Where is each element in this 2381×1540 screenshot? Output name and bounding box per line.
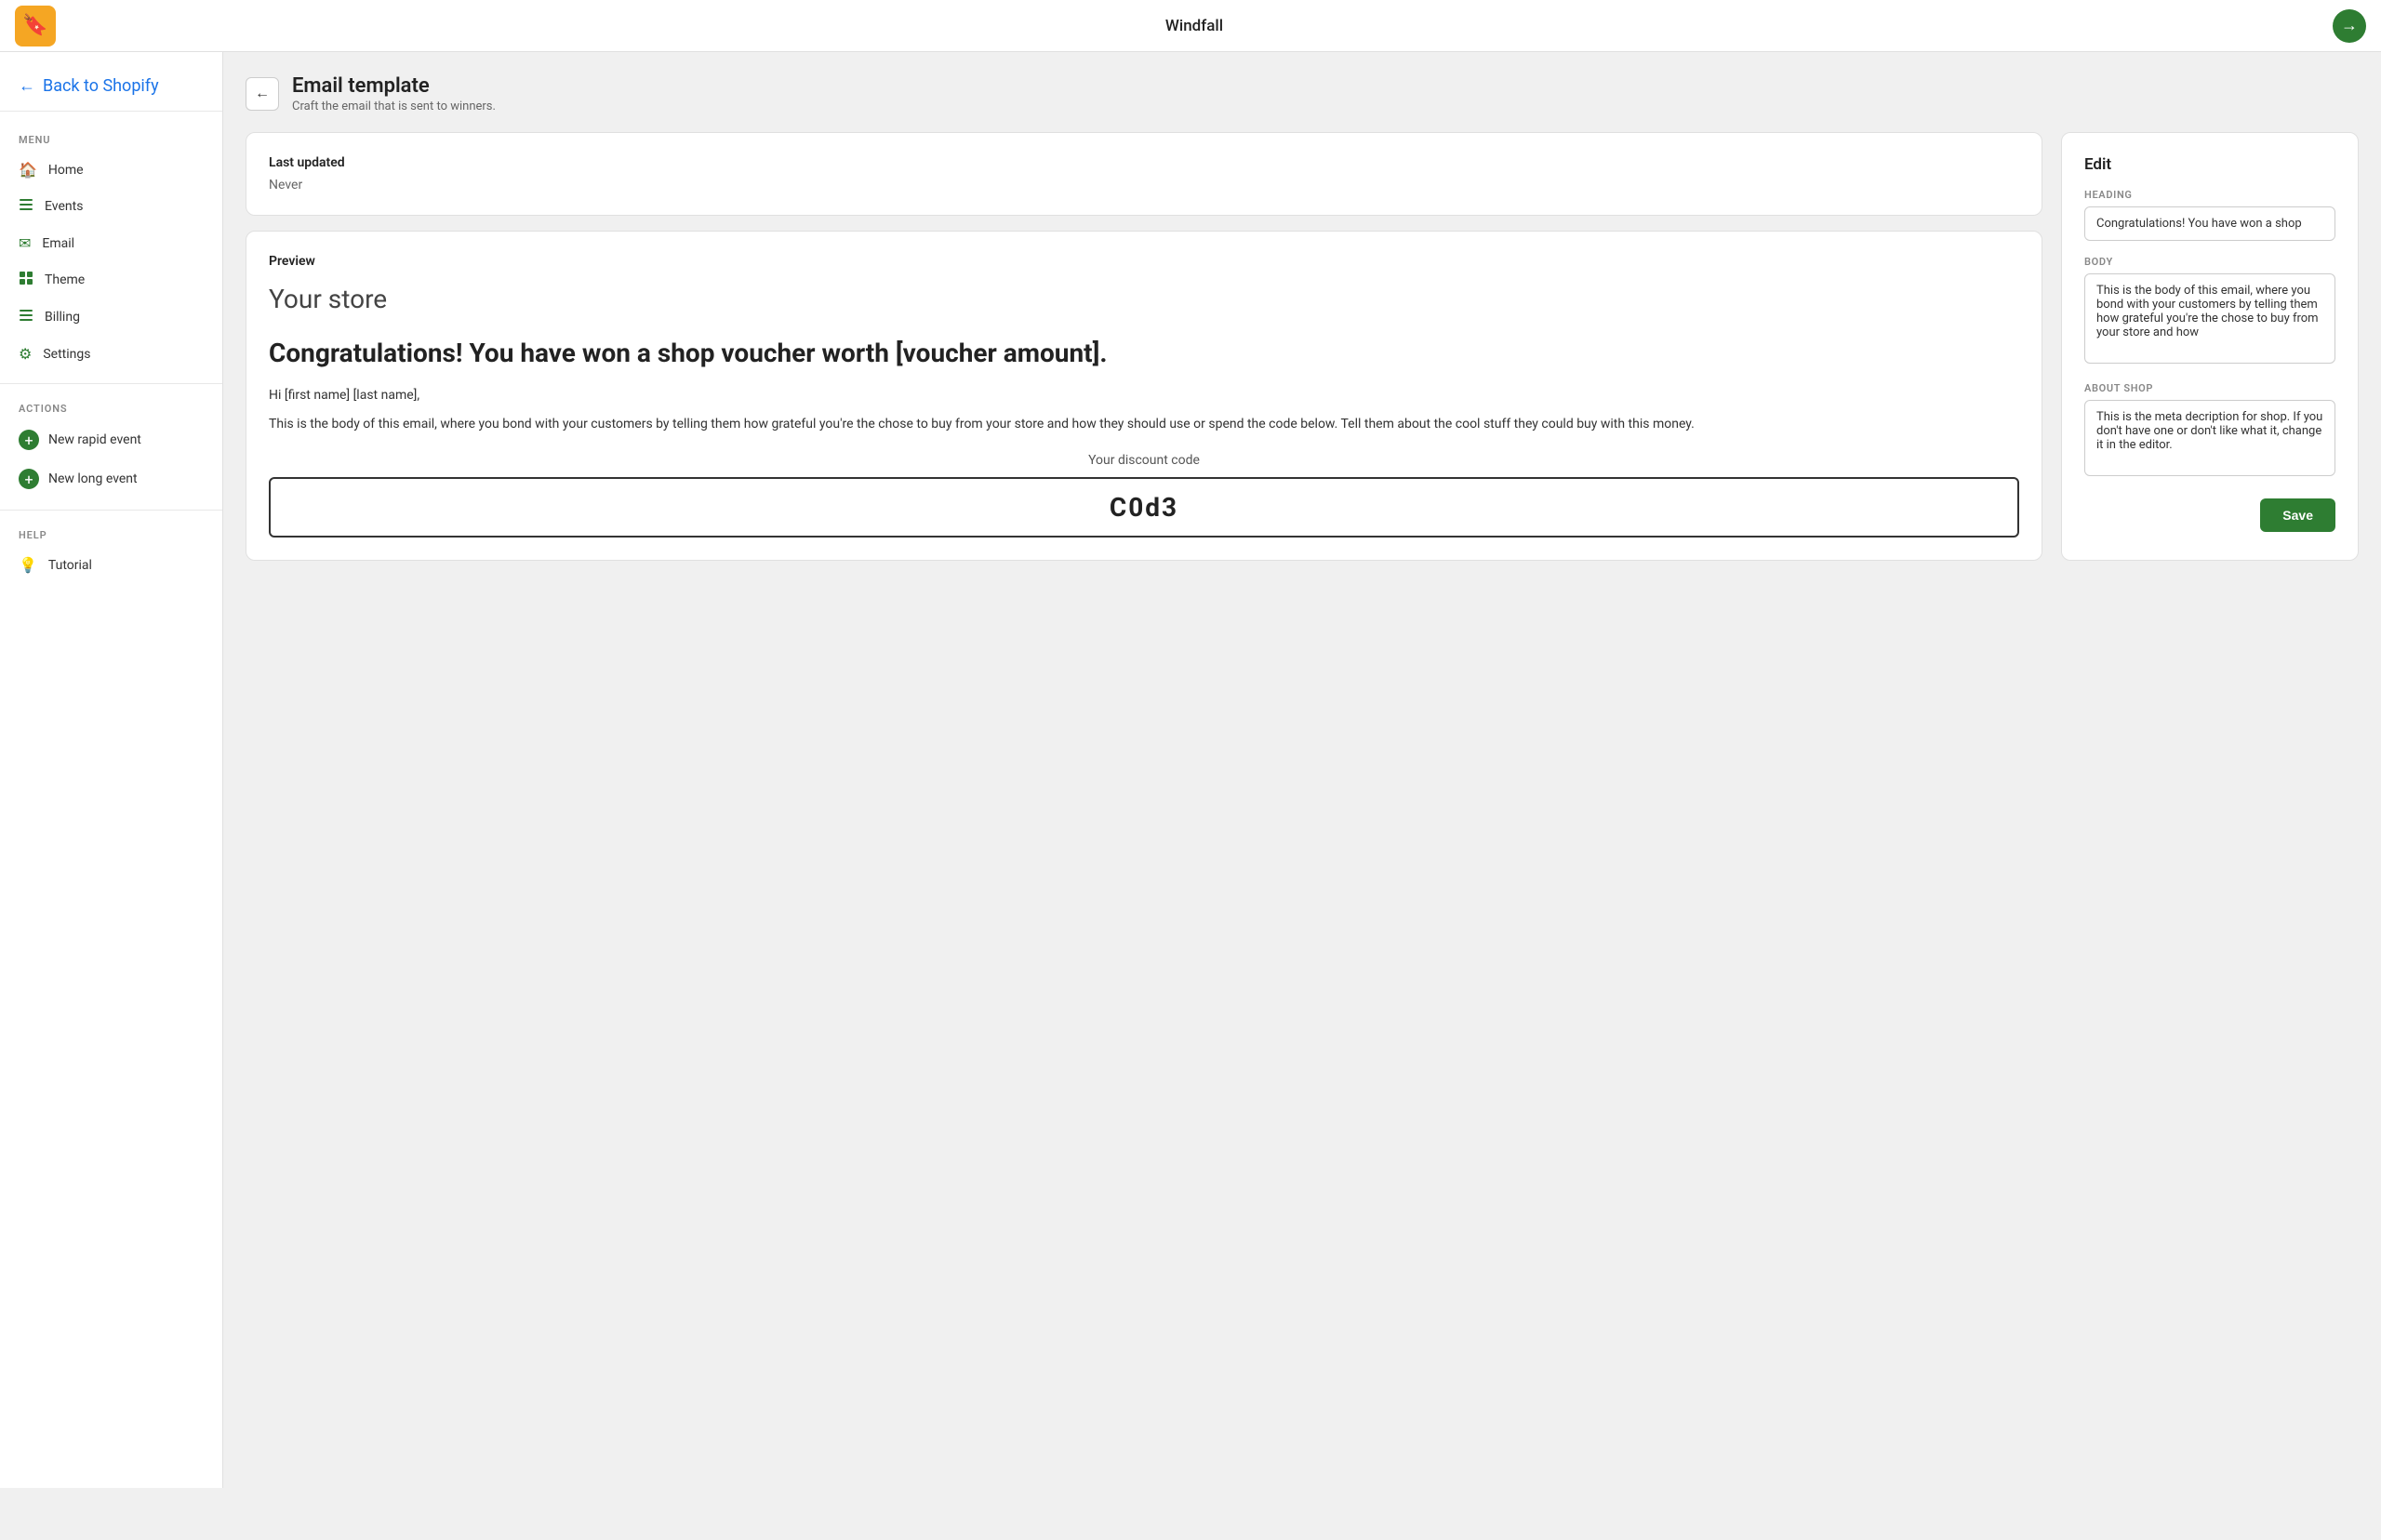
sidebar-item-settings-label: Settings bbox=[43, 347, 90, 362]
new-long-event-label: New long event bbox=[48, 471, 138, 486]
settings-icon: ⚙ bbox=[19, 345, 32, 363]
page-back-button[interactable]: ← bbox=[246, 77, 279, 111]
preview-store-name: Your store bbox=[269, 284, 2019, 314]
sidebar-item-events[interactable]: Events bbox=[0, 188, 222, 225]
sidebar-item-billing[interactable]: Billing bbox=[0, 299, 222, 336]
sidebar-item-settings[interactable]: ⚙ Settings bbox=[0, 336, 222, 372]
about-shop-textarea[interactable]: This is the meta decription for shop. If… bbox=[2084, 400, 2335, 476]
edit-title: Edit bbox=[2084, 155, 2335, 174]
app-logo: 🔖 bbox=[15, 6, 56, 46]
events-icon bbox=[19, 197, 33, 216]
heading-field-label: HEADING bbox=[2084, 189, 2335, 201]
sidebar-item-home-label: Home bbox=[48, 163, 84, 178]
page-header: ← Email template Craft the email that is… bbox=[246, 74, 2359, 113]
main-content: ← Email template Craft the email that is… bbox=[223, 52, 2381, 1488]
divider-2 bbox=[0, 510, 222, 511]
sidebar: ← Back to Shopify MENU 🏠 Home Events ✉ E… bbox=[0, 52, 223, 1488]
sidebar-item-email[interactable]: ✉ Email bbox=[0, 225, 222, 261]
topbar: 🔖 Windfall → bbox=[0, 0, 2381, 52]
plus-icon-long: + bbox=[19, 469, 39, 489]
back-arrow-icon: ← bbox=[19, 76, 35, 96]
sidebar-item-email-label: Email bbox=[42, 236, 74, 251]
preview-heading: Congratulations! You have won a shop vou… bbox=[269, 337, 2019, 369]
body-textarea[interactable]: This is the body of this email, where yo… bbox=[2084, 273, 2335, 364]
home-icon: 🏠 bbox=[19, 161, 37, 179]
arrow-icon: → bbox=[2341, 16, 2358, 35]
last-updated-label: Last updated bbox=[269, 155, 2019, 170]
preview-label: Preview bbox=[269, 254, 2019, 269]
topbar-arrow-button[interactable]: → bbox=[2333, 9, 2366, 43]
left-column: Last updated Never Preview Your store Co… bbox=[246, 132, 2042, 561]
menu-section-label: MENU bbox=[0, 126, 222, 152]
help-section-label: HELP bbox=[0, 522, 222, 547]
email-icon: ✉ bbox=[19, 234, 31, 252]
logo-icon: 🔖 bbox=[22, 14, 47, 37]
new-rapid-event-button[interactable]: + New rapid event bbox=[0, 420, 222, 459]
actions-section-label: ACTIONS bbox=[0, 395, 222, 420]
body-field-label: BODY bbox=[2084, 256, 2335, 268]
page-header-text: Email template Craft the email that is s… bbox=[292, 74, 496, 113]
plus-icon-rapid: + bbox=[19, 430, 39, 450]
sidebar-item-billing-label: Billing bbox=[45, 310, 80, 325]
content-grid: Last updated Never Preview Your store Co… bbox=[246, 132, 2359, 561]
tutorial-icon: 💡 bbox=[19, 556, 37, 574]
preview-hi-text: Hi [first name] [last name], bbox=[269, 388, 2019, 403]
last-updated-value: Never bbox=[269, 178, 2019, 192]
preview-body-text: This is the body of this email, where yo… bbox=[269, 414, 2019, 434]
preview-discount-code: C0d3 bbox=[269, 477, 2019, 538]
last-updated-card: Last updated Never bbox=[246, 132, 2042, 216]
theme-icon bbox=[19, 271, 33, 289]
about-shop-field-label: ABOUT SHOP bbox=[2084, 382, 2335, 394]
sidebar-item-events-label: Events bbox=[45, 199, 83, 214]
preview-card: Preview Your store Congratulations! You … bbox=[246, 231, 2042, 561]
new-rapid-event-label: New rapid event bbox=[48, 432, 141, 447]
new-long-event-button[interactable]: + New long event bbox=[0, 459, 222, 498]
page-subtitle: Craft the email that is sent to winners. bbox=[292, 100, 496, 113]
sidebar-item-theme-label: Theme bbox=[45, 272, 85, 287]
sidebar-item-tutorial-label: Tutorial bbox=[48, 558, 92, 573]
main-layout: ← Back to Shopify MENU 🏠 Home Events ✉ E… bbox=[0, 52, 2381, 1488]
back-label: Back to Shopify bbox=[43, 76, 159, 96]
app-title: Windfall bbox=[1165, 17, 1223, 35]
back-to-shopify[interactable]: ← Back to Shopify bbox=[0, 67, 222, 112]
sidebar-item-home[interactable]: 🏠 Home bbox=[0, 152, 222, 188]
billing-icon bbox=[19, 308, 33, 326]
heading-input[interactable] bbox=[2084, 206, 2335, 241]
save-button[interactable]: Save bbox=[2260, 498, 2335, 532]
preview-discount-label: Your discount code bbox=[269, 453, 2019, 468]
edit-panel: Edit HEADING BODY This is the body of th… bbox=[2061, 132, 2359, 561]
sidebar-item-theme[interactable]: Theme bbox=[0, 261, 222, 299]
page-title: Email template bbox=[292, 74, 496, 98]
sidebar-item-tutorial[interactable]: 💡 Tutorial bbox=[0, 547, 222, 583]
divider-1 bbox=[0, 383, 222, 384]
